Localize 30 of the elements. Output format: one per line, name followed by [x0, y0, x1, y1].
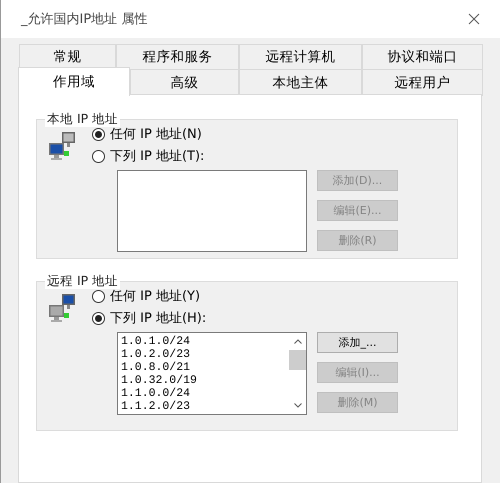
address-list[interactable]: 1.0.1.0/24 1.0.2.0/23 1.0.8.0/21 1.0.32.0/19 1.1.0.0/24 1.1.2.0/23 — [117, 332, 307, 415]
tab[interactable]: 远程计算机 — [239, 44, 362, 69]
group-title: 远程 IP 地址 — [45, 273, 120, 289]
tab[interactable]: 高级 — [130, 69, 239, 96]
tab[interactable]: 作用域 — [18, 67, 130, 96]
radio-button[interactable] — [92, 312, 105, 324]
scroll-thumb[interactable] — [289, 350, 306, 370]
radio-button[interactable] — [92, 128, 105, 140]
list-item[interactable]: 1.0.32.0/19 — [121, 374, 286, 387]
radio-label[interactable]: 下列 IP 地址(H): — [110, 309, 206, 327]
list-item[interactable]: 1.0.8.0/21 — [121, 361, 286, 374]
tab[interactable]: 程序和服务 — [116, 44, 239, 69]
tab[interactable]: 协议和端口 — [362, 44, 483, 69]
radio-label[interactable]: 下列 IP 地址(T): — [110, 147, 204, 165]
list-item[interactable]: 1.1.2.0/23 — [121, 400, 286, 413]
group-title: 本地 IP 地址 — [45, 111, 120, 127]
radio-label[interactable]: 任何 IP 地址(N) — [110, 125, 202, 143]
button[interactable]: 添加_... — [317, 332, 398, 353]
list-item[interactable]: 1.0.2.0/23 — [121, 348, 286, 361]
list-item[interactable]: 1.1.0.0/24 — [121, 387, 286, 400]
radio-button[interactable] — [92, 290, 105, 302]
radio-label[interactable]: 任何 IP 地址(Y) — [110, 287, 200, 305]
tab[interactable]: 远程用户 — [362, 69, 483, 96]
close-icon[interactable] — [468, 13, 480, 25]
radio-button[interactable] — [92, 150, 105, 162]
list-item[interactable]: 1.0.1.0/24 — [121, 335, 286, 348]
tab[interactable]: 本地主体 — [239, 69, 362, 96]
tab[interactable]: 常规 — [19, 44, 116, 69]
address-list[interactable] — [117, 170, 307, 252]
window-title: _允许国内IP地址 属性 — [21, 11, 148, 28]
